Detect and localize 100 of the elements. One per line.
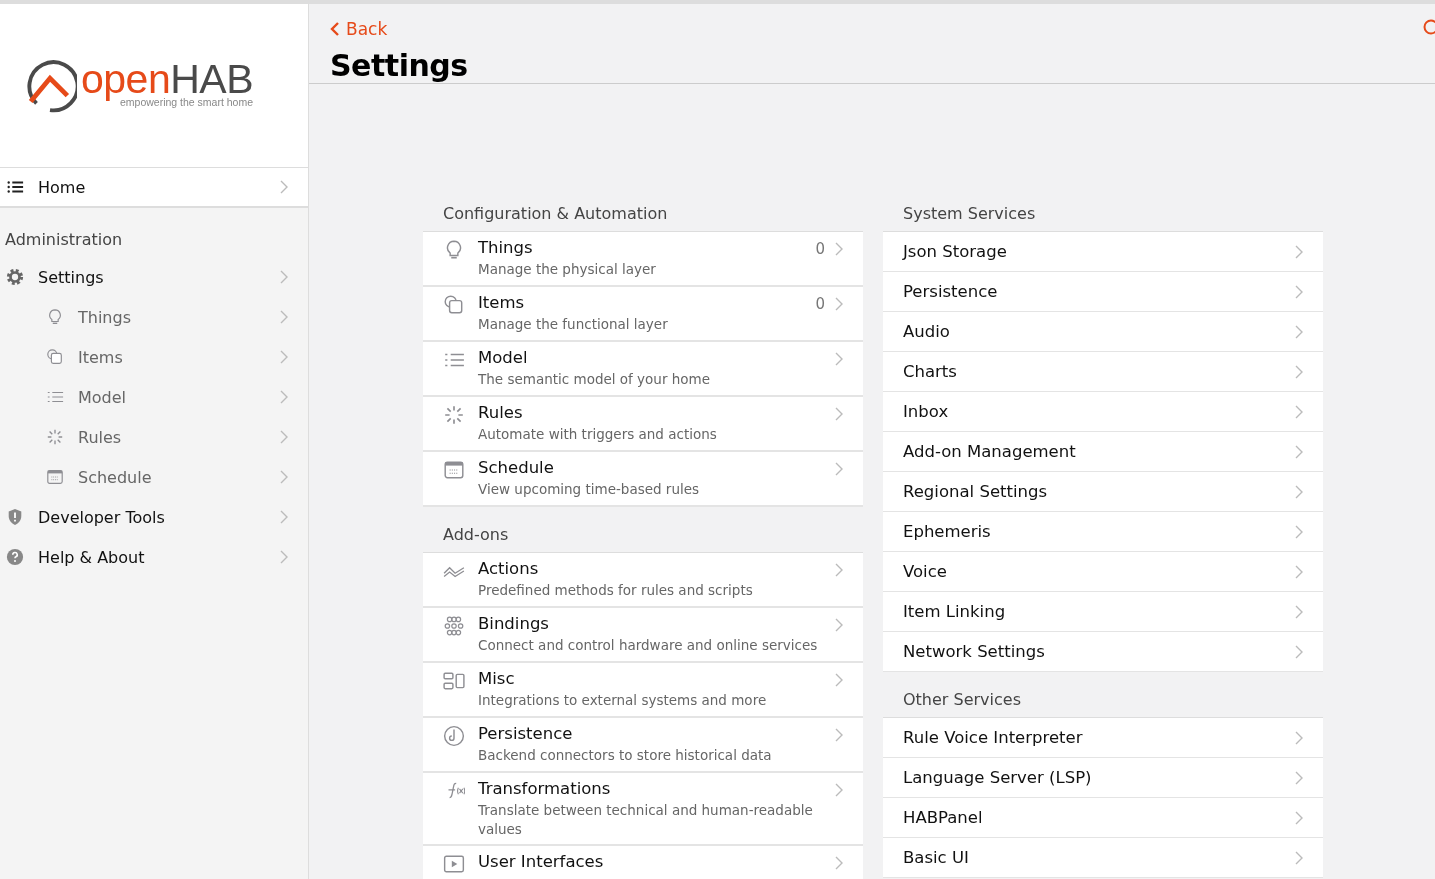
- sidebar-item[interactable]: Developer Tools: [0, 497, 308, 537]
- chevron-icon: [280, 390, 288, 404]
- settings-list-item[interactable]: Rules Automate with triggers and actions: [423, 397, 863, 452]
- settings-list-item[interactable]: Network Settings: [883, 632, 1323, 672]
- item-title: Model: [478, 348, 529, 367]
- chevron-icon: [1295, 244, 1303, 259]
- item-subtitle: Manage the functional layer: [478, 315, 669, 334]
- item-title: Actions: [478, 559, 540, 578]
- settings-list-item[interactable]: Add-on Management: [883, 432, 1323, 472]
- settings-list-item[interactable]: Things Manage the physical layer 0: [423, 232, 863, 287]
- item-title: User Interfaces: [478, 852, 605, 871]
- settings-list-item[interactable]: Rule Voice Interpreter: [883, 718, 1323, 758]
- item-subtitle: View upcoming time-based rules: [478, 480, 701, 499]
- settings-list-item[interactable]: Persistence: [883, 272, 1323, 312]
- chevron-icon: [280, 270, 288, 284]
- sidebar-item[interactable]: Rules: [0, 417, 308, 457]
- chevron-icon: [1295, 324, 1303, 339]
- settings-list-item[interactable]: Schedule View upcoming time-based rules: [423, 452, 863, 507]
- chevron-icon: [835, 856, 843, 870]
- item-subtitle: Integrations to external systems and more: [478, 691, 768, 710]
- item-title: Persistence: [478, 724, 574, 743]
- chevron-icon: [1295, 730, 1303, 745]
- item-title: Things: [478, 238, 534, 257]
- home-menu-item[interactable]: Home: [0, 168, 308, 208]
- chevron-icon: [1295, 770, 1303, 785]
- overlapping-shapes-icon: [443, 294, 465, 316]
- settings-list-item[interactable]: Basic UI: [883, 838, 1323, 878]
- chevron-icon: [280, 350, 288, 364]
- chevron-icon: [1295, 604, 1303, 619]
- sidebar-item[interactable]: Help & About: [0, 537, 308, 577]
- chevron-icon: [835, 462, 843, 476]
- settings-list-item[interactable]: Items Manage the functional layer 0: [423, 287, 863, 342]
- section-heading: Administration: [4, 229, 124, 251]
- settings-list-item[interactable]: Ephemeris: [883, 512, 1323, 552]
- settings-list-item[interactable]: Inbox: [883, 392, 1323, 432]
- sidebar-item[interactable]: Items: [0, 337, 308, 377]
- chevron-icon: [835, 673, 843, 687]
- settings-list-item[interactable]: Json Storage: [883, 232, 1323, 272]
- settings-list-item[interactable]: HABPanel: [883, 798, 1323, 838]
- settings-list-item[interactable]: Persistence Backend connectors to store historical data: [423, 718, 863, 773]
- chevron-icon: [280, 470, 288, 484]
- settings-list-item[interactable]: Bindings Connect and control hardware and online services: [423, 608, 863, 663]
- sidebar-item[interactable]: Settings: [0, 257, 308, 297]
- item-subtitle: Connect and control hardware and online services: [478, 636, 819, 655]
- sidebar-item[interactable]: Things: [0, 297, 308, 337]
- chevron-icon: [835, 728, 843, 742]
- item-title: Items: [478, 293, 526, 312]
- chevron-icon: [835, 407, 843, 421]
- calendar-icon: [443, 459, 465, 481]
- chevron-icon: [1295, 810, 1303, 825]
- sidebar-item[interactable]: Schedule: [0, 457, 308, 497]
- section-heading: Add-ons: [442, 525, 510, 546]
- page-title: Settings: [330, 48, 469, 83]
- settings-list-item[interactable]: Actions Predefined methods for rules and scripts: [423, 553, 863, 608]
- settings-list-item[interactable]: Regional Settings: [883, 472, 1323, 512]
- settings-list-item[interactable]: Item Linking: [883, 592, 1323, 632]
- list-icon: [6, 178, 24, 196]
- settings-list-item[interactable]: Transformations Translate between technical and human-readable values: [423, 773, 863, 846]
- chevron-icon: [1295, 564, 1303, 579]
- item-title: Transformations: [478, 779, 612, 798]
- settings-list-item[interactable]: Voice: [883, 552, 1323, 592]
- chevron-left-icon: [330, 21, 340, 37]
- chevron-icon: [280, 310, 288, 324]
- item-title: Bindings: [478, 614, 550, 633]
- item-subtitle: Predefined methods for rules and scripts: [478, 581, 754, 600]
- back-link[interactable]: Back: [330, 19, 388, 39]
- chevron-icon: [1295, 850, 1303, 865]
- section-heading: Configuration & Automation: [442, 204, 669, 225]
- calendar-icon: [46, 468, 64, 486]
- logo-wordmark: openHAB: [81, 59, 254, 99]
- settings-list-item[interactable]: Charts: [883, 352, 1323, 392]
- settings-list-item[interactable]: User Interfaces: [423, 846, 863, 879]
- item-subtitle: Translate between technical and human-readable values: [478, 801, 814, 839]
- chevron-icon: [1295, 524, 1303, 539]
- play-icon: [443, 853, 465, 875]
- section-heading: System Services: [902, 204, 1037, 225]
- chevron-icon: [280, 550, 288, 564]
- sidebar-item[interactable]: Model: [0, 377, 308, 417]
- chevron-icon: [835, 563, 843, 577]
- item-count: 0: [815, 295, 825, 313]
- item-subtitle: The semantic model of your home: [478, 370, 712, 389]
- settings-list-item[interactable]: Misc Integrations to external systems and more: [423, 663, 863, 718]
- settings-list-item[interactable]: Model The semantic model of your home: [423, 342, 863, 397]
- chevron-icon: [1295, 364, 1303, 379]
- settings-list-item[interactable]: Audio: [883, 312, 1323, 352]
- overlapping-shapes-icon: [46, 348, 64, 366]
- chevron-icon: [1295, 484, 1303, 499]
- item-subtitle: Manage the physical layer: [478, 260, 657, 279]
- chevron-icon: [280, 430, 288, 444]
- settings-list-item[interactable]: Language Server (LSP): [883, 758, 1323, 798]
- item-subtitle: Backend connectors to store historical data: [478, 746, 773, 765]
- item-subtitle: Automate with triggers and actions: [478, 425, 718, 444]
- item-count: 0: [815, 240, 825, 258]
- chevron-icon: [1295, 284, 1303, 299]
- chevron-icon: [280, 510, 288, 524]
- chevron-icon: [1295, 404, 1303, 419]
- chevron-icon: [280, 180, 288, 194]
- item-title: Schedule: [478, 458, 555, 477]
- shield-icon: [6, 508, 24, 526]
- lightbulb-icon: [46, 308, 64, 326]
